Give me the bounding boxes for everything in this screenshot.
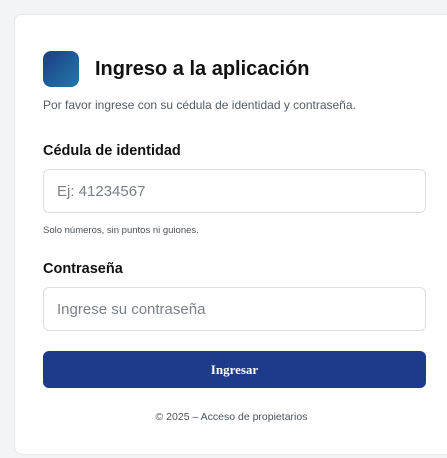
cedula-label: Cédula de identidad	[43, 143, 181, 159]
app-logo-icon	[43, 51, 79, 87]
login-card: Ingreso a la aplicación Por favor ingres…	[14, 14, 447, 455]
password-label: Contraseña	[43, 261, 123, 277]
cedula-hint: Solo números, sin puntos ni guiones.	[43, 225, 199, 236]
card-header: Ingreso a la aplicación	[43, 51, 310, 87]
page-title: Ingreso a la aplicación	[95, 57, 310, 80]
login-button[interactable]: Ingresar	[43, 351, 426, 388]
password-input[interactable]	[43, 287, 426, 331]
cedula-input[interactable]	[43, 169, 426, 213]
login-instructions: Por favor ingrese con su cédula de ident…	[43, 98, 356, 112]
footer-copyright: © 2025 – Acceso de propietarios	[155, 411, 308, 423]
